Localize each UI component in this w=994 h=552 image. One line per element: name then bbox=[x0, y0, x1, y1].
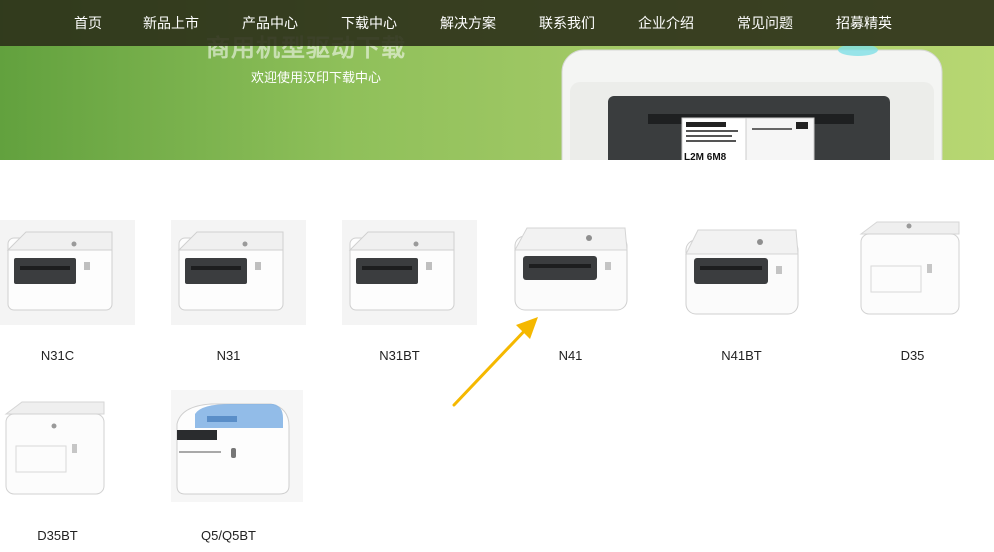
product-card-d35[interactable]: D35 bbox=[855, 210, 994, 363]
product-card-d35bt[interactable]: D35BT bbox=[0, 390, 150, 543]
banner-subtitle: 欢迎使用汉印下载中心 bbox=[251, 71, 382, 86]
printer-image bbox=[0, 220, 135, 325]
printer-image bbox=[342, 220, 477, 325]
printer-image bbox=[514, 227, 628, 311]
nav-item-contact[interactable]: 联系我们 bbox=[539, 13, 595, 33]
printer-image bbox=[171, 220, 306, 325]
printer-image bbox=[859, 221, 960, 315]
product-label[interactable]: Q5/Q5BT bbox=[171, 528, 286, 543]
annotation-arrow-icon bbox=[452, 317, 538, 407]
product-card-n31c[interactable]: N31C bbox=[0, 210, 150, 363]
nav-item-about[interactable]: 企业介绍 bbox=[638, 13, 694, 33]
product-label[interactable]: N41BT bbox=[684, 348, 799, 363]
nav-item-downloads[interactable]: 下载中心 bbox=[341, 13, 397, 33]
printer-image bbox=[171, 390, 303, 502]
nav-item-products[interactable]: 产品中心 bbox=[242, 13, 298, 33]
product-label[interactable]: N31C bbox=[0, 348, 115, 363]
product-label[interactable]: N31 bbox=[171, 348, 286, 363]
product-card-n41bt[interactable]: N41BT bbox=[684, 210, 834, 363]
nav-item-home[interactable]: 首页 bbox=[74, 13, 102, 33]
nav-item-solutions[interactable]: 解决方案 bbox=[440, 13, 496, 33]
product-label[interactable]: N31BT bbox=[342, 348, 457, 363]
printer-image bbox=[4, 401, 105, 495]
product-label[interactable]: D35 bbox=[855, 348, 970, 363]
nav-item-careers[interactable]: 招募精英 bbox=[836, 13, 892, 33]
nav-item-faq[interactable]: 常见问题 bbox=[737, 13, 793, 33]
top-nav: 首页 新品上市 产品中心 下载中心 解决方案 联系我们 企业介绍 常见问题 招募… bbox=[0, 0, 994, 46]
product-card-q5[interactable]: Q5/Q5BT bbox=[171, 390, 321, 543]
printer-image bbox=[685, 229, 799, 315]
product-card-n31[interactable]: N31 bbox=[171, 210, 321, 363]
label-text: L2M 6M8 bbox=[684, 152, 727, 160]
nav-item-new-products[interactable]: 新品上市 bbox=[143, 13, 199, 33]
product-label[interactable]: D35BT bbox=[0, 528, 115, 543]
